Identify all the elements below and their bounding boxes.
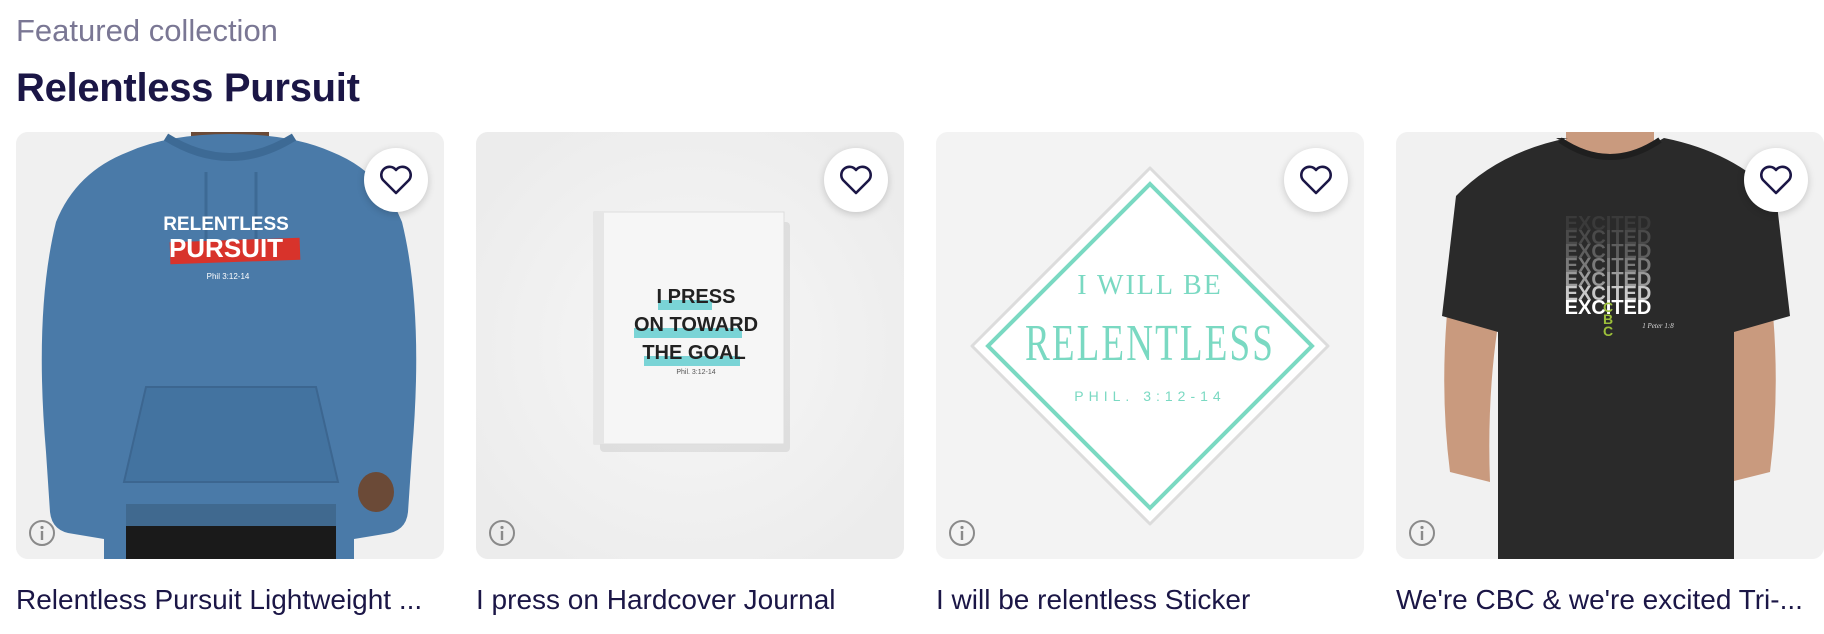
product-title[interactable]: I will be relentless Sticker [936,583,1364,617]
product-title[interactable]: We're CBC & we're excited Tri-... [1396,583,1824,617]
favorite-button[interactable] [1744,148,1808,212]
hoodie-print-ref: Phil 3:12-14 [207,272,250,281]
section-title: Relentless Pursuit [16,66,360,110]
product-card[interactable]: RELENTLESS PURSUIT Phil 3:12-14 Relentle… [16,132,444,617]
favorite-button[interactable] [1284,148,1348,212]
product-image-tshirt[interactable]: EXCITED EXCITED EXCITED EXCITED EXCITED … [1396,132,1824,559]
sticker-print-line1: I WILL BE [1077,270,1223,301]
info-icon [1409,520,1435,546]
info-button[interactable] [486,517,518,549]
product-card[interactable]: I PRESS ON TOWARD THE GOAL Phil. 3:12-14… [476,132,904,617]
product-image-sticker[interactable]: I WILL BE RELENTLESS PHIL. 3:12-14 [936,132,1364,559]
favorite-button[interactable] [364,148,428,212]
sticker-print-line2: RELENTLESS [1025,315,1275,372]
heart-outline-icon [380,165,412,195]
info-button[interactable] [1406,517,1438,549]
product-image-hoodie[interactable]: RELENTLESS PURSUIT Phil 3:12-14 [16,132,444,559]
info-button[interactable] [946,517,978,549]
product-title[interactable]: Relentless Pursuit Lightweight ... [16,583,444,617]
info-icon [29,520,55,546]
shirt-print-accent: C [1603,323,1613,339]
journal-print-line2: ON TOWARD [634,314,758,336]
favorite-button[interactable] [824,148,888,212]
heart-outline-icon [1300,165,1332,195]
journal-print-line3: THE GOAL [642,342,745,364]
info-button[interactable] [26,517,58,549]
info-icon [949,520,975,546]
hoodie-print-line2: PURSUIT [169,233,283,263]
journal-print-ref: Phil. 3:12-14 [676,369,715,376]
heart-outline-icon [840,165,872,195]
shirt-print-ref: 1 Peter 1:8 [1642,322,1674,330]
product-image-journal[interactable]: I PRESS ON TOWARD THE GOAL Phil. 3:12-14 [476,132,904,559]
info-icon [489,520,515,546]
sticker-print-ref: PHIL. 3:12-14 [1074,388,1225,404]
product-card[interactable]: EXCITED EXCITED EXCITED EXCITED EXCITED … [1396,132,1824,617]
section-eyebrow: Featured collection [16,13,278,48]
heart-outline-icon [1760,165,1792,195]
journal-print-line1: I PRESS [657,286,736,308]
product-card[interactable]: I WILL BE RELENTLESS PHIL. 3:12-14 I wil… [936,132,1364,617]
hoodie-print-line1: RELENTLESS [163,214,289,235]
product-title[interactable]: I press on Hardcover Journal [476,583,904,617]
